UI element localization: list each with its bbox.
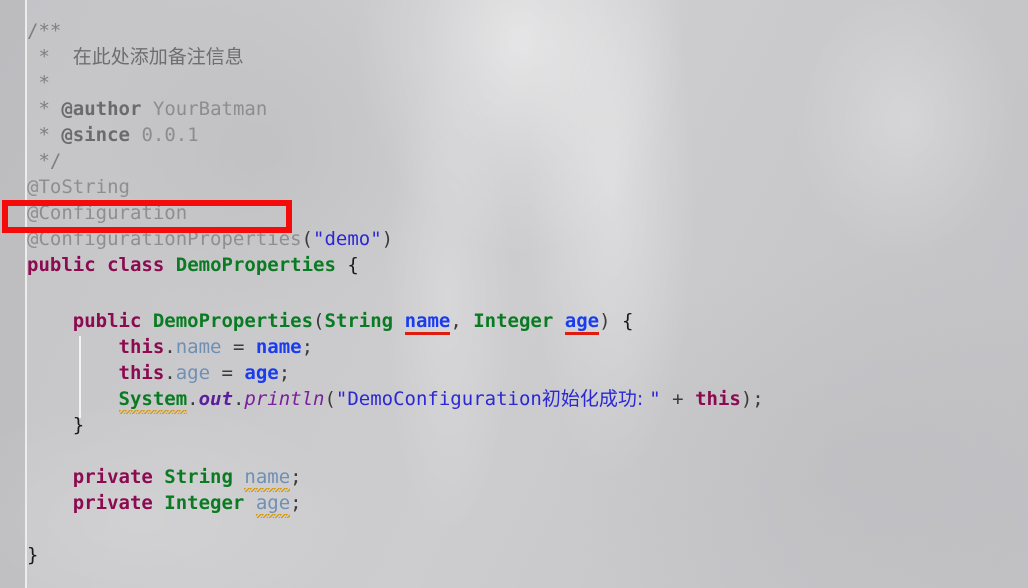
open-paren: (: [301, 228, 313, 250]
constructor-param-age: age: [564, 310, 600, 335]
param-ref-name: name: [255, 336, 302, 358]
plus-operator: +: [660, 388, 696, 410]
code-line-class-close[interactable]: }: [27, 542, 38, 568]
field-ref-name: name: [175, 336, 222, 358]
code-line-javadoc-author[interactable]: * @author YourBatman: [27, 96, 267, 122]
dot-operator: .: [232, 388, 245, 410]
system-out-field: out: [198, 388, 233, 410]
dot-operator: .: [164, 362, 176, 384]
javadoc-open-token: /**: [27, 20, 62, 42]
field-decl-age: age: [255, 492, 291, 518]
dot-operator: .: [164, 336, 176, 358]
javadoc-since-value: 0.0.1: [141, 124, 199, 146]
print-string-chinese: 初始化成功:: [541, 388, 650, 410]
type-string: String: [164, 466, 233, 488]
keyword-this: this: [118, 362, 165, 384]
code-line-javadoc-close[interactable]: */: [27, 148, 61, 174]
print-string-close-quote: ": [649, 388, 661, 410]
code-line-annotation-configuration[interactable]: @Configuration: [27, 200, 187, 226]
code-line-field-name[interactable]: private String name;: [27, 464, 302, 492]
code-line-class-declaration[interactable]: public class DemoProperties {: [27, 252, 359, 278]
code-editor-screenshot: /** * 在此处添加备注信息 * * @author YourBatman *…: [0, 0, 1028, 588]
close-paren: ): [599, 310, 611, 332]
code-line-assign-age[interactable]: this.age = age;: [27, 360, 291, 386]
close-paren: ): [381, 228, 394, 250]
javadoc-close-token: */: [27, 150, 62, 172]
code-line-field-age[interactable]: private Integer age;: [27, 490, 302, 518]
code-line-constructor-signature[interactable]: public DemoProperties(String name, Integ…: [27, 308, 634, 335]
javadoc-comment-text: 在此处添加备注信息: [72, 46, 244, 68]
code-content[interactable]: /** * 在此处添加备注信息 * * @author YourBatman *…: [0, 0, 1028, 588]
close-paren: ): [740, 388, 753, 410]
code-line-javadoc-open[interactable]: /**: [27, 18, 61, 44]
class-close-brace: }: [27, 544, 39, 566]
dot-operator: .: [187, 388, 199, 410]
keyword-private: private: [72, 466, 153, 488]
annotation-tostring[interactable]: @ToString: [27, 176, 130, 198]
javadoc-star-token: *: [27, 72, 50, 94]
assign-operator: =: [210, 362, 245, 384]
code-line-constructor-close[interactable]: }: [27, 412, 84, 438]
javadoc-star-token: *: [27, 46, 50, 68]
code-line-javadoc-comment[interactable]: * 在此处添加备注信息: [27, 44, 244, 70]
keyword-private: private: [72, 492, 153, 514]
code-line-println[interactable]: System.out.println("DemoConfiguration初始化…: [27, 386, 764, 414]
semicolon: ;: [290, 466, 302, 488]
field-ref-age: age: [175, 362, 211, 384]
javadoc-author-tag: @author: [61, 98, 142, 120]
print-string-prefix: "DemoConfiguration: [335, 388, 542, 410]
param-ref-age: age: [244, 362, 279, 384]
constructor-name-token: DemoProperties: [152, 310, 314, 332]
constructor-param-name: name: [404, 310, 451, 335]
constructor-close-brace: }: [72, 414, 85, 436]
type-integer: Integer: [164, 492, 245, 514]
keyword-public: public: [27, 254, 96, 276]
constructor-open-brace: {: [621, 310, 634, 332]
open-paren: (: [313, 310, 325, 332]
system-class-token: System: [118, 388, 188, 414]
semicolon: ;: [278, 362, 291, 384]
open-paren: (: [324, 388, 336, 410]
param-separator: ,: [450, 310, 474, 332]
code-line-annotation-tostring[interactable]: @ToString: [27, 174, 130, 200]
type-string: String: [324, 310, 394, 332]
assign-operator: =: [221, 336, 256, 358]
println-method: println: [244, 388, 325, 410]
semicolon: ;: [301, 336, 314, 358]
code-line-javadoc-blank[interactable]: *: [27, 70, 50, 96]
class-name-token: DemoProperties: [175, 254, 336, 276]
class-open-brace: {: [347, 254, 359, 276]
keyword-this: this: [695, 388, 741, 410]
semicolon: ;: [752, 388, 764, 410]
annotation-configuration[interactable]: @Configuration: [27, 202, 187, 224]
javadoc-star-token: *: [27, 124, 50, 146]
code-line-javadoc-since[interactable]: * @since 0.0.1: [27, 122, 199, 148]
keyword-class: class: [107, 254, 165, 276]
field-decl-name: name: [244, 466, 291, 492]
code-line-annotation-configuration-properties[interactable]: @ConfigurationProperties("demo"): [27, 226, 393, 252]
semicolon: ;: [290, 492, 302, 514]
annotation-properties-prefix-value: "demo": [313, 228, 382, 250]
javadoc-author-value: YourBatman: [152, 98, 268, 120]
code-line-assign-name[interactable]: this.name = name;: [27, 334, 314, 360]
type-integer: Integer: [473, 310, 554, 332]
annotation-configuration-properties[interactable]: @ConfigurationProperties: [27, 228, 302, 250]
keyword-public: public: [72, 310, 142, 332]
keyword-this: this: [118, 336, 165, 358]
javadoc-star-token: *: [27, 98, 50, 120]
javadoc-since-tag: @since: [61, 124, 130, 146]
